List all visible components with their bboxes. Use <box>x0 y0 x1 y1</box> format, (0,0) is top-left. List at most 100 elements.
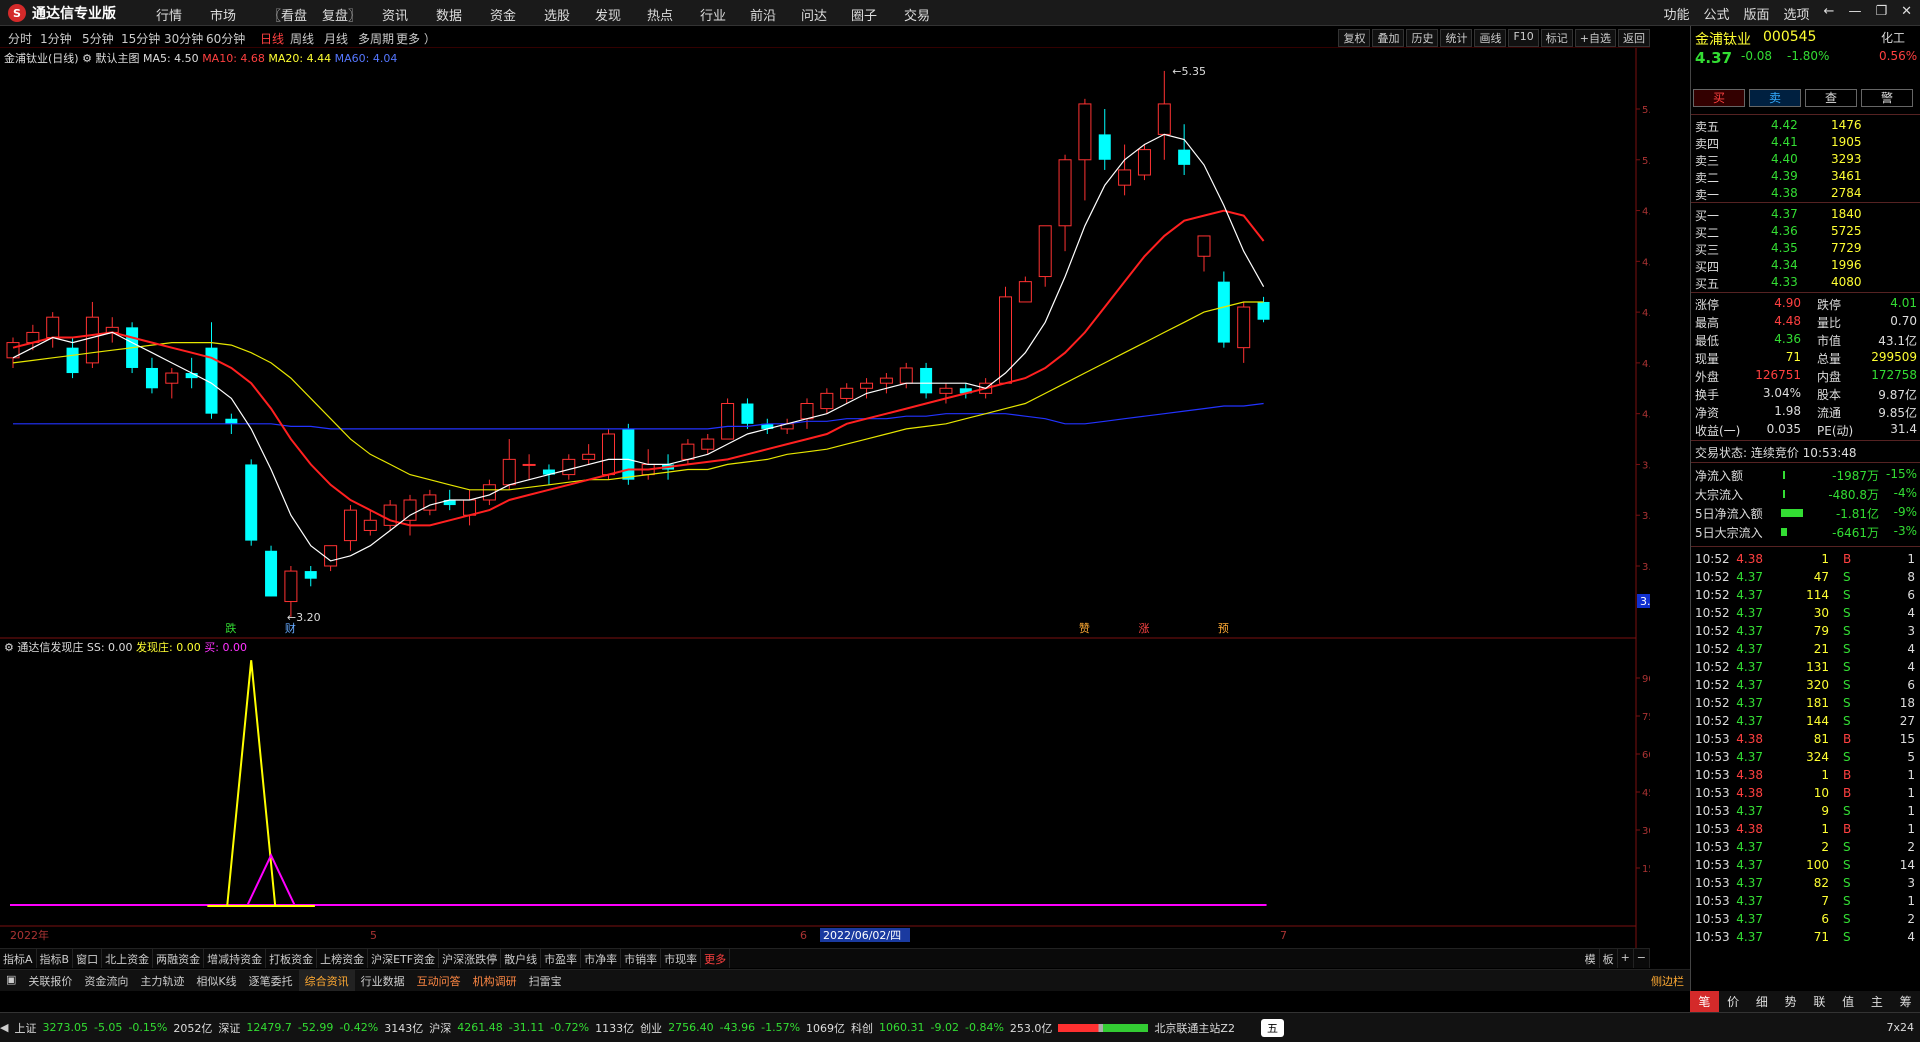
indicator-tab[interactable]: 市销率 <box>621 949 662 968</box>
indicator-tab[interactable]: 更多 <box>701 949 731 968</box>
menu-item[interactable]: 〖看盘 <box>268 5 307 24</box>
index-name[interactable]: 上证 <box>14 1020 36 1036</box>
indicator-tab[interactable]: 指标A <box>0 949 37 968</box>
indicator-tab[interactable]: 上榜资金 <box>317 949 369 968</box>
volume-icon[interactable]: ◀ <box>0 1021 8 1034</box>
event-marker[interactable]: 涨 <box>1138 622 1149 635</box>
indicator-tab[interactable]: 散户线 <box>501 949 542 968</box>
sub-legend-name[interactable]: 通达信发现庄 <box>17 641 83 654</box>
info-tab[interactable]: 主力轨迹 <box>134 970 190 991</box>
panel-control-button[interactable]: + <box>1618 949 1634 968</box>
period-tab[interactable]: 1分钟 <box>40 30 72 47</box>
period-tab[interactable]: 多周期 <box>358 30 394 47</box>
period-tab[interactable]: 30分钟 <box>164 30 203 47</box>
quote-tab[interactable]: 联 <box>1805 991 1834 1012</box>
index-name[interactable]: 深证 <box>218 1020 240 1036</box>
trade-button[interactable]: 卖 <box>1749 89 1801 107</box>
gear-icon[interactable]: ⚙ <box>4 641 14 654</box>
ime-indicator[interactable]: 五 <box>1260 1018 1284 1037</box>
chart-tool-button[interactable]: 叠加 <box>1372 29 1405 47</box>
period-tab[interactable]: 日线 <box>260 30 284 47</box>
info-tab[interactable]: 相似K线 <box>190 970 242 991</box>
chart-tool-button[interactable]: +自选 <box>1574 29 1616 47</box>
chart-tool-button[interactable]: 标记 <box>1540 29 1573 47</box>
expand-icon[interactable]: ▣ <box>0 970 22 991</box>
panel-control-button[interactable]: 模 <box>1582 949 1600 968</box>
menu-right-item[interactable]: 功能 <box>1663 4 1689 23</box>
minimize-icon[interactable]: — <box>1848 4 1861 23</box>
trade-button[interactable]: 警 <box>1861 89 1913 107</box>
panel-control-button[interactable]: 板 <box>1600 949 1618 968</box>
back-icon[interactable]: ← <box>1824 4 1835 23</box>
sidebar-toggle-button[interactable]: 侧边栏 <box>1645 970 1690 991</box>
stock-code[interactable]: 000545 <box>1763 29 1816 45</box>
menu-item[interactable]: 选股 <box>544 5 570 24</box>
period-tab[interactable]: 更多 ） <box>396 30 436 47</box>
chart-tool-button[interactable]: 统计 <box>1440 29 1473 47</box>
chart-tool-button[interactable]: 画线 <box>1474 29 1507 47</box>
menu-item[interactable]: 发现 <box>595 5 621 24</box>
index-name[interactable]: 沪深 <box>429 1020 451 1036</box>
indicator-tab[interactable]: 沪深涨跌停 <box>439 949 502 968</box>
quote-tab[interactable]: 细 <box>1748 991 1777 1012</box>
info-tab[interactable]: 关联报价 <box>22 970 78 991</box>
info-tab[interactable]: 行业数据 <box>355 970 411 991</box>
stock-name[interactable]: 金浦钛业 <box>1695 29 1751 49</box>
info-tab[interactable]: 逐笔委托 <box>243 970 299 991</box>
indicator-tab[interactable]: 市盈率 <box>541 949 582 968</box>
indicator-tab[interactable]: 两融资金 <box>153 949 205 968</box>
menu-item[interactable]: 数据 <box>436 5 462 24</box>
indicator-tab[interactable]: 市现率 <box>661 949 702 968</box>
quote-tab[interactable]: 价 <box>1719 991 1748 1012</box>
menu-item[interactable]: 行情 <box>156 5 182 24</box>
menu-item[interactable]: 市场 <box>210 5 236 24</box>
period-tab[interactable]: 分时 <box>8 30 32 47</box>
menu-item[interactable]: 圈子 <box>851 5 877 24</box>
kline-chart[interactable]: 5.20 5.00 4.80 4.60 4.40 4.20 4.00 3.80 3.60 3.40… <box>0 48 1650 948</box>
trade-button[interactable]: 查 <box>1805 89 1857 107</box>
period-tab[interactable]: 周线 <box>290 30 314 47</box>
index-name[interactable]: 科创 <box>851 1020 873 1036</box>
indicator-tab[interactable]: 增减持资金 <box>204 949 267 968</box>
trade-button[interactable]: 买 <box>1693 89 1745 107</box>
info-tab[interactable]: 综合资讯 <box>298 970 355 991</box>
quote-tab[interactable]: 势 <box>1776 991 1805 1012</box>
close-icon[interactable]: ✕ <box>1901 4 1912 23</box>
gear-icon[interactable]: ⚙ <box>82 52 92 65</box>
chart-tool-button[interactable]: 历史 <box>1406 29 1439 47</box>
menu-item[interactable]: 行业 <box>700 5 726 24</box>
period-tab[interactable]: 5分钟 <box>82 30 114 47</box>
menu-item[interactable]: 资金 <box>490 5 516 24</box>
period-tab[interactable]: 15分钟 <box>121 30 160 47</box>
menu-item[interactable]: 资讯 <box>382 5 408 24</box>
indicator-tab[interactable]: 市净率 <box>581 949 622 968</box>
indicator-tab[interactable]: 北上资金 <box>102 949 154 968</box>
period-tab[interactable]: 月线 <box>324 30 348 47</box>
indicator-tab[interactable]: 沪深ETF资金 <box>368 949 440 968</box>
menu-item[interactable]: 复盘〗 <box>322 5 361 24</box>
sector-label[interactable]: 化工 <box>1881 29 1905 46</box>
quote-tab[interactable]: 主 <box>1863 991 1892 1012</box>
menu-item[interactable]: 问达 <box>801 5 827 24</box>
chart-tool-button[interactable]: 返回 <box>1618 29 1650 47</box>
event-marker[interactable]: 预 <box>1218 622 1229 635</box>
server-name[interactable]: 北京联通主站Z2 <box>1154 1020 1235 1036</box>
menu-item[interactable]: 交易 <box>904 5 930 24</box>
restore-icon[interactable]: ❐ <box>1875 4 1887 23</box>
index-name[interactable]: 创业 <box>640 1020 662 1036</box>
quote-tab[interactable]: 笔 <box>1690 991 1719 1012</box>
event-marker[interactable]: 财 <box>285 621 296 635</box>
event-marker[interactable]: 赞 <box>1079 622 1090 635</box>
menu-item[interactable]: 热点 <box>647 5 673 24</box>
menu-right-item[interactable]: 选项 <box>1784 4 1810 23</box>
info-tab[interactable]: 机构调研 <box>467 970 523 991</box>
info-tab[interactable]: 资金流向 <box>78 970 134 991</box>
quote-tab[interactable]: 值 <box>1834 991 1863 1012</box>
indicator-tab[interactable]: 窗口 <box>73 949 103 968</box>
info-tab[interactable]: 互动问答 <box>411 970 467 991</box>
quote-tab[interactable]: 筹 <box>1891 991 1920 1012</box>
panel-control-button[interactable]: − <box>1634 949 1650 968</box>
menu-right-item[interactable]: 公式 <box>1703 4 1729 23</box>
menu-item[interactable]: 前沿 <box>750 5 776 24</box>
legend-template[interactable]: 默认主图 <box>95 52 139 65</box>
